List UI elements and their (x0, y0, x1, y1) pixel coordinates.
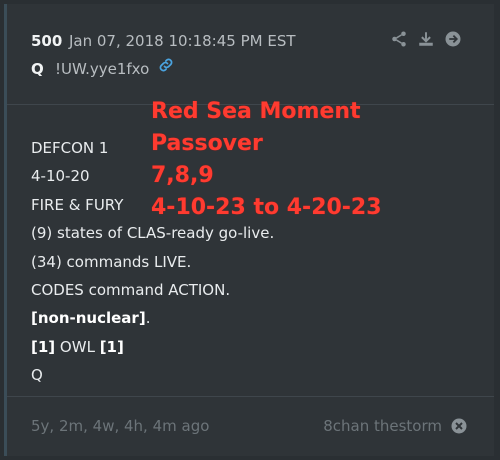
non-nuclear-text: [non-nuclear] (31, 309, 146, 328)
annotation-line: 4-10-23 to 4-20-23 (151, 195, 382, 220)
annotation-line: Passover (151, 131, 263, 156)
link-icon[interactable] (157, 56, 175, 78)
post-date: Jan 07, 2018 10:18:45 PM EST (69, 32, 296, 50)
post-number[interactable]: 500 (31, 32, 62, 50)
post-header: 500 Jan 07, 2018 10:18:45 PM EST Q !UW.y… (7, 4, 494, 105)
period-text: . (145, 309, 151, 328)
arrow-right-circle-icon[interactable] (444, 30, 462, 48)
post-tripcode: !UW.yye1fxo (55, 60, 150, 78)
close-circle-icon[interactable] (450, 417, 468, 439)
post-line: [1] OWL [1] (31, 333, 274, 361)
owl-text: OWL (55, 337, 100, 356)
post-actions (390, 30, 462, 48)
post-age: 5y, 2m, 4w, 4h, 4m ago (31, 417, 210, 435)
annotation-line: 7,8,9 (151, 163, 214, 188)
post-line: [non-nuclear]. (31, 304, 274, 332)
download-icon[interactable] (417, 30, 435, 48)
post-line: (34) commands LIVE. (31, 252, 192, 271)
post-source[interactable]: 8chan thestorm (323, 417, 442, 435)
annotation-line: Red Sea Moment (151, 99, 361, 124)
post-signoff: Q (31, 366, 43, 385)
post-author: Q (31, 60, 44, 78)
bracket-one-text: [1] (99, 337, 124, 356)
share-icon[interactable] (390, 30, 408, 48)
red-annotation: Red Sea Moment Passover 7,8,9 4-10-23 to… (151, 96, 382, 224)
post-footer: 5y, 2m, 4w, 4h, 4m ago 8chan thestorm (7, 396, 494, 457)
post-line: CODES command ACTION. (31, 280, 231, 299)
post-card: 500 Jan 07, 2018 10:18:45 PM EST Q !UW.y… (4, 4, 494, 456)
bracket-one-text: [1] (31, 337, 56, 356)
